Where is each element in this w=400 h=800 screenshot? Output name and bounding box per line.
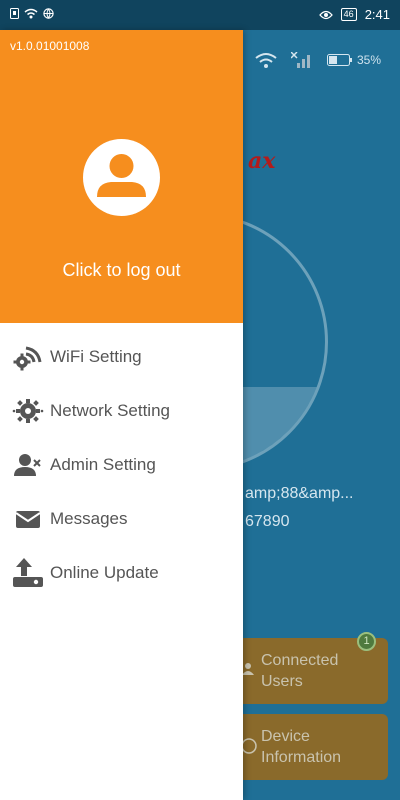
menu-label-online-update: Online Update — [50, 563, 159, 582]
status-time: 2:41 — [364, 7, 390, 22]
status-left-icons — [10, 8, 54, 19]
battery-icon: 46 — [340, 8, 357, 21]
device-info-icon — [241, 738, 257, 754]
connected-users-label: Connected Users — [261, 652, 339, 690]
admin-user-icon — [14, 454, 41, 476]
navigation-drawer: v1.0.01001008 Click to log out WiFi Sett… — [0, 30, 243, 800]
wifi-password-text: 67890 — [245, 513, 290, 530]
status-right-icons: 46 2:41 — [318, 7, 390, 22]
menu-item-online-update[interactable]: Online Update — [0, 546, 243, 600]
menu-label-admin-setting: Admin Setting — [50, 455, 156, 474]
user-avatar-icon — [97, 154, 146, 197]
drawer-menu: WiFi Setting Network Setting Admin Setti… — [0, 330, 243, 600]
device-information-label: Device Information — [261, 728, 342, 766]
battery-percent: 35% — [357, 53, 382, 67]
menu-item-network-setting[interactable]: Network Setting — [0, 384, 243, 438]
sim-icon — [10, 8, 19, 19]
menu-label-messages: Messages — [50, 509, 128, 528]
avatar[interactable] — [83, 139, 160, 216]
status-bar: 46 2:41 — [0, 0, 400, 30]
menu-label-network-setting: Network Setting — [50, 401, 170, 420]
eye-icon — [318, 10, 333, 19]
no-signal-icon — [291, 52, 310, 68]
upload-icon — [13, 558, 43, 587]
envelope-icon — [15, 511, 41, 528]
logout-button[interactable]: Click to log out — [0, 260, 243, 281]
device-information-card[interactable]: Device Information — [236, 714, 388, 780]
menu-label-wifi-setting: WiFi Setting — [50, 347, 142, 366]
wifi-gear-icon — [13, 346, 42, 371]
network-gear-icon — [12, 399, 44, 423]
app-version: v1.0.01001008 — [10, 39, 90, 53]
wifi-icon — [24, 8, 38, 19]
menu-item-messages[interactable]: Messages — [0, 492, 243, 546]
users-icon — [242, 663, 254, 675]
wifi-signal-icon — [255, 53, 277, 68]
menu-item-admin-setting[interactable]: Admin Setting — [0, 438, 243, 492]
drawer-header: v1.0.01001008 Click to log out — [0, 30, 243, 323]
globe-icon — [43, 8, 54, 19]
device-status-row: 35% — [255, 52, 381, 68]
connected-users-card[interactable]: Connected Users 1 — [236, 632, 388, 704]
connected-users-count-badge: 1 — [357, 632, 376, 651]
brand-logo: ax — [248, 148, 276, 174]
battery-level-icon — [327, 54, 352, 66]
wifi-ssid-text: amp;88&amp... — [245, 485, 354, 502]
menu-item-wifi-setting[interactable]: WiFi Setting — [0, 330, 243, 384]
